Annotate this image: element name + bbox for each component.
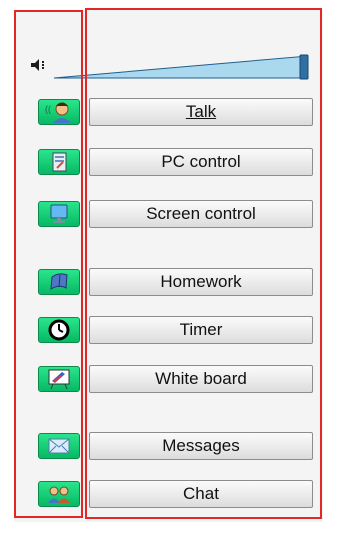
chat-row: Chat bbox=[0, 479, 337, 509]
white-board-button[interactable]: White board bbox=[89, 365, 313, 393]
envelope-icon[interactable] bbox=[38, 433, 80, 459]
monitor-icon[interactable] bbox=[38, 201, 80, 227]
screen-control-button[interactable]: Screen control bbox=[89, 200, 313, 228]
chat-people-icon[interactable] bbox=[38, 481, 80, 507]
screen-control-row: Screen control bbox=[0, 199, 337, 229]
whiteboard-icon[interactable] bbox=[38, 366, 80, 392]
homework-row: Homework bbox=[0, 267, 337, 297]
messages-row: Messages bbox=[0, 431, 337, 461]
talk-row: (( Talk bbox=[0, 97, 337, 127]
messages-button[interactable]: Messages bbox=[89, 432, 313, 460]
volume-slider[interactable] bbox=[52, 52, 310, 80]
volume-slider-thumb bbox=[299, 54, 309, 80]
talk-person-icon[interactable]: (( bbox=[38, 99, 80, 125]
chat-button[interactable]: Chat bbox=[89, 480, 313, 508]
homework-button[interactable]: Homework bbox=[89, 268, 313, 296]
pc-control-row: PC control bbox=[0, 147, 337, 177]
timer-row: Timer bbox=[0, 315, 337, 345]
timer-button[interactable]: Timer bbox=[89, 316, 313, 344]
talk-button[interactable]: Talk bbox=[89, 98, 313, 126]
clock-icon[interactable] bbox=[38, 317, 80, 343]
speaker-icon[interactable] bbox=[30, 58, 48, 72]
pc-control-button[interactable]: PC control bbox=[89, 148, 313, 176]
pc-control-icon[interactable] bbox=[38, 149, 80, 175]
white-board-row: White board bbox=[0, 364, 337, 394]
homework-icon[interactable] bbox=[38, 269, 80, 295]
svg-text:((: (( bbox=[45, 104, 51, 114]
